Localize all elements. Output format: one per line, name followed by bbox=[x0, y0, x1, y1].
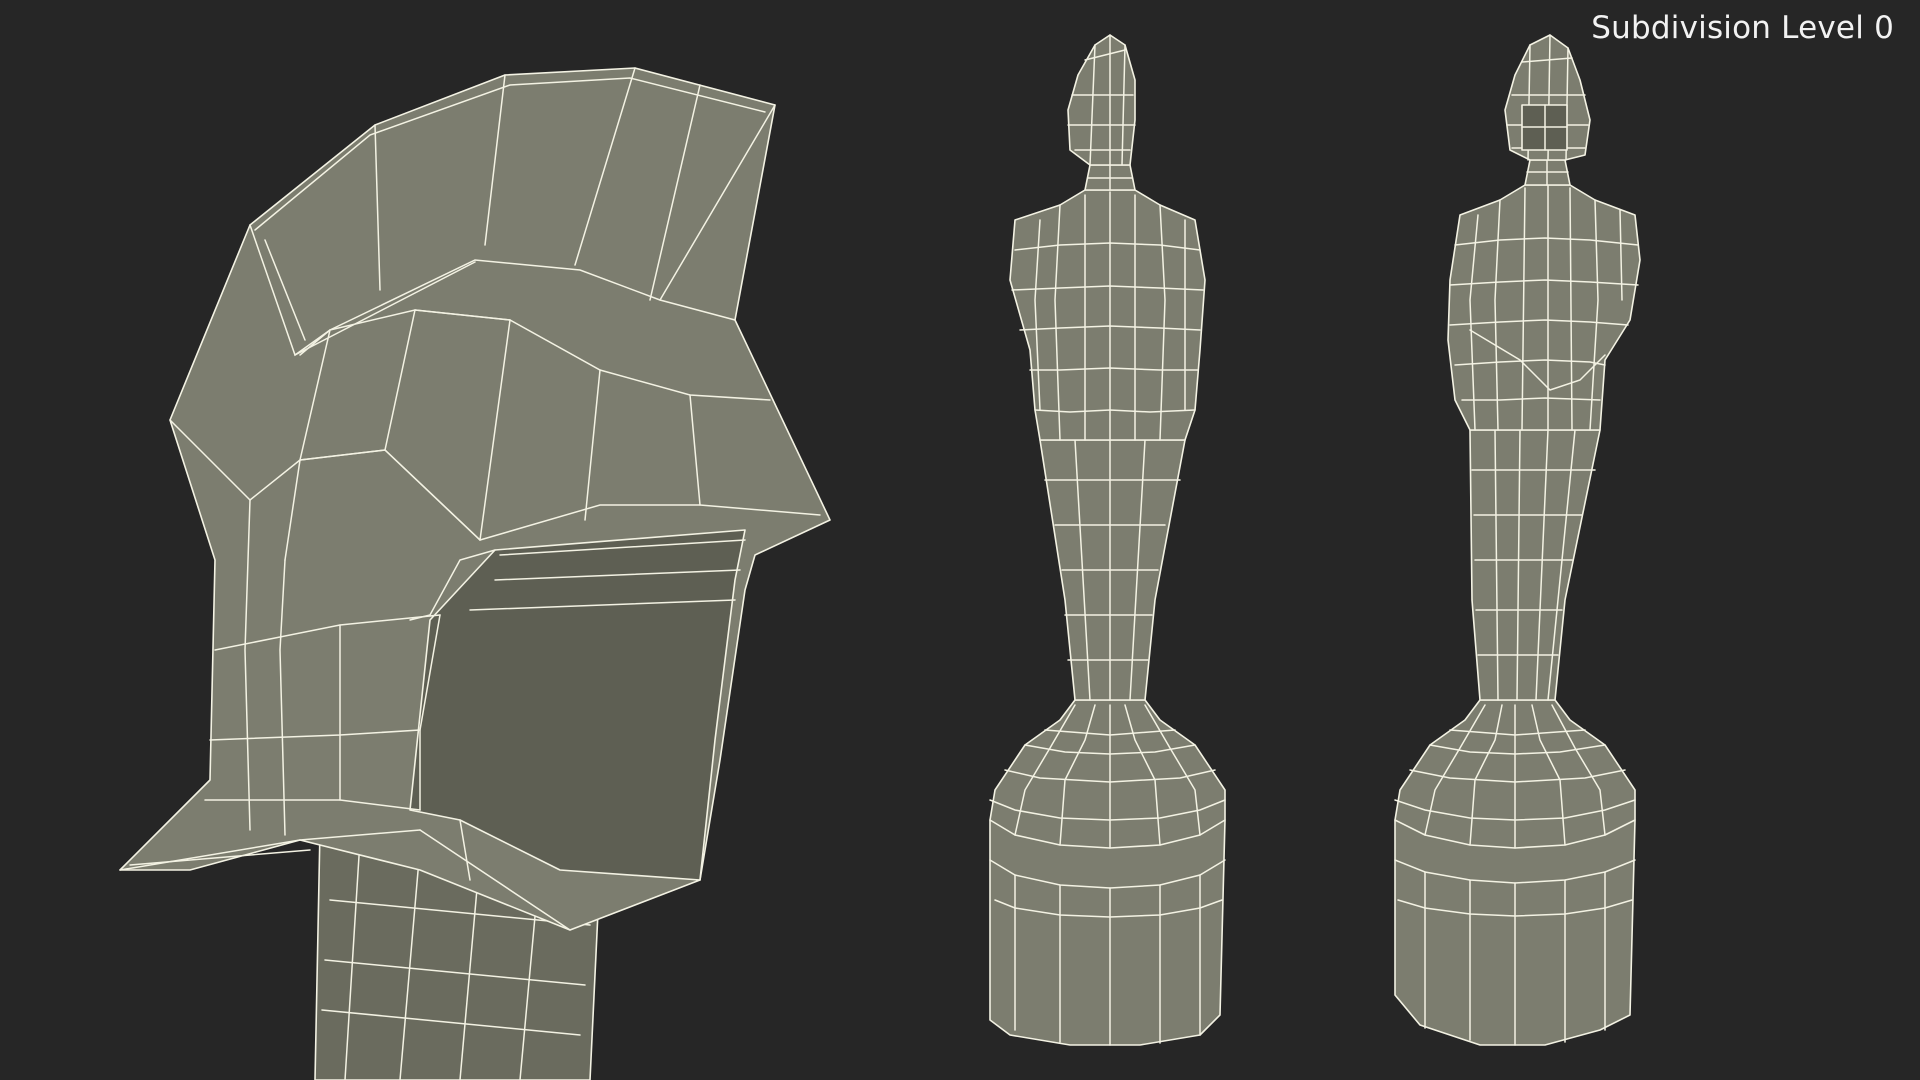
figure-back-wireframe bbox=[989, 34, 1226, 1046]
head-closeup-wireframe bbox=[119, 67, 831, 1080]
viewport[interactable]: Subdivision Level 0 bbox=[0, 0, 1920, 1080]
figure-front-wireframe bbox=[1394, 34, 1641, 1046]
subdivision-level-label: Subdivision Level 0 bbox=[1591, 10, 1894, 46]
render-canvas bbox=[119, 34, 1641, 1080]
